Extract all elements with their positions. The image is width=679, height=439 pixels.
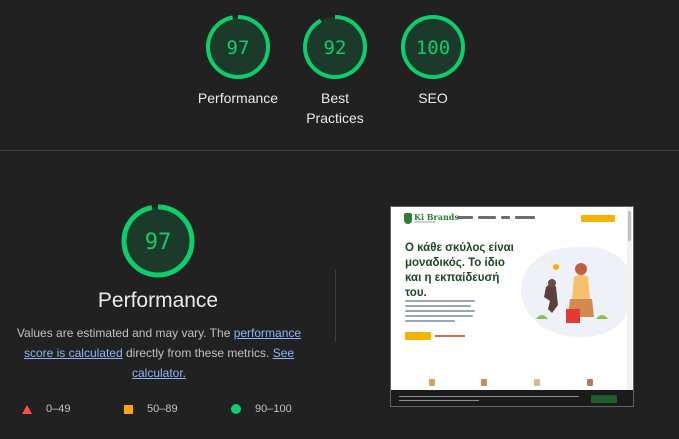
gauge-seo[interactable]: 100 SEO: [383, 14, 483, 108]
gauge-ring-best-practices: 92: [303, 15, 367, 79]
gauge-score-performance: 97: [227, 37, 250, 59]
thumb-logo-icon: [404, 213, 412, 224]
performance-gauge-large: 97: [121, 204, 195, 278]
performance-title: Performance: [97, 289, 219, 312]
legend-pass-range: 90–100: [255, 403, 292, 415]
thumb-hero-illustration: [536, 263, 608, 323]
thumb-feature-icon: [534, 379, 540, 386]
thumb-nav-link: [515, 216, 535, 219]
thumb-nav-button: [581, 215, 615, 222]
legend-fail: 0–49: [22, 400, 70, 418]
thumb-nav-link: [501, 216, 510, 219]
thumb-feature-icon: [587, 379, 593, 386]
circle-pass-icon: [231, 404, 241, 414]
section-divider: [0, 150, 679, 151]
thumb-hero-heading: Ο κάθε σκύλος είναι μοναδικός. Το ίδιο κ…: [405, 242, 514, 299]
thumb-cookie-banner: [391, 390, 633, 406]
description-text-1: Values are estimated and may vary. The: [16, 326, 234, 340]
gauge-best-practices[interactable]: 92 Best Practices: [285, 14, 385, 128]
gauge-performance[interactable]: 97 Performance: [188, 14, 288, 108]
triangle-fail-icon: [22, 404, 32, 414]
vertical-separator: [335, 270, 336, 342]
thumb-text-line: [405, 320, 455, 322]
thumb-text-line: [405, 300, 475, 302]
thumb-navbar: Ki Brands: [391, 207, 627, 229]
gauge-label-best-practices: Best Practices: [306, 90, 364, 126]
legend-average-range: 50–89: [147, 403, 178, 415]
legend-fail-range: 0–49: [46, 403, 71, 415]
thumb-feature-icon: [481, 379, 487, 386]
legend-average: 50–89: [124, 400, 178, 418]
score-legend: 0–49 50–89 90–100: [22, 400, 322, 418]
thumb-text-line: [405, 310, 475, 312]
description-text-2: directly from these metrics.: [122, 346, 273, 360]
thumb-scroll-thumb: [628, 211, 631, 241]
thumb-cookie-text: [399, 396, 579, 397]
gauge-score-best-practices: 92: [324, 37, 347, 59]
gauge-label-performance: Performance: [197, 90, 279, 106]
summary-gauges: 97 Performance 92 Best Practices 100 SEO: [0, 0, 679, 150]
thumb-cookie-text: [399, 400, 479, 401]
gauge-label-seo: SEO: [418, 90, 448, 106]
thumb-cta-button: [405, 332, 431, 340]
thumb-nav-link: [478, 216, 496, 219]
square-average-icon: [124, 404, 133, 414]
legend-pass: 90–100: [231, 400, 292, 418]
thumb-nav-link: [457, 216, 473, 219]
thumb-feature-icon: [429, 379, 435, 386]
thumb-cookie-accept-button: [591, 395, 617, 403]
performance-description: Values are estimated and may vary. The p…: [14, 323, 304, 383]
thumb-text-line: [405, 315, 473, 317]
gauge-score-seo: 100: [416, 37, 450, 59]
thumb-logo-tagline: [414, 221, 436, 223]
gauge-ring-seo: 100: [401, 15, 465, 79]
thumb-text-line: [405, 305, 471, 307]
final-screenshot-thumbnail[interactable]: Ki Brands Ο κάθε σκύλος είναι μοναδικός.…: [390, 206, 634, 407]
thumb-cta-link: [435, 335, 465, 337]
gauge-ring-performance: 97: [206, 15, 270, 79]
performance-score-large: 97: [145, 230, 172, 255]
